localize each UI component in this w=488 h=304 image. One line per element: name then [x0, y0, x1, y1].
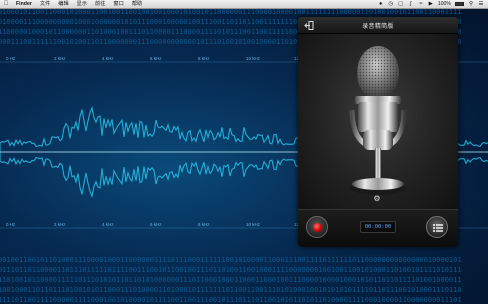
spotlight-icon[interactable]: ⚲ [468, 1, 474, 7]
menu-edit[interactable]: 编辑 [54, 0, 72, 9]
bluetooth-icon[interactable]: ∫ [408, 1, 414, 7]
gear-icon[interactable]: ⚙ [372, 194, 382, 204]
frequency-label: 8 kHz [198, 222, 210, 227]
menu-go[interactable]: 前往 [91, 0, 109, 9]
title-bar: 录音精简版 [298, 17, 458, 34]
recorder-window: 录音精简版 ⚙ 00:00:00 [298, 17, 458, 247]
record-button[interactable] [306, 216, 328, 238]
frequency-label: 8 kHz [198, 56, 210, 61]
recordings-list-button[interactable] [426, 216, 448, 238]
microphone-stage [298, 34, 458, 209]
apple-icon[interactable]:  [0, 1, 12, 7]
menu-window[interactable]: 窗口 [109, 0, 127, 9]
control-bar: ⚙ 00:00:00 [298, 194, 458, 247]
elapsed-time-display: 00:00:00 [360, 221, 396, 233]
menu-view[interactable]: 显示 [73, 0, 91, 9]
frequency-label: 10 kHz [246, 222, 261, 227]
frequency-label: 10 kHz [246, 56, 261, 61]
notification-center-icon[interactable]: ☰ [478, 1, 484, 7]
menu-bar:  Finder 文件 编辑 显示 前往 窗口 帮助 ● ◷ ▢ ∫ ≈ ▶ 1… [0, 0, 488, 9]
app-title: 录音精简版 [362, 23, 394, 30]
frequency-label: 6 kHz [150, 56, 162, 61]
recorder-icon[interactable]: ● [378, 1, 384, 7]
battery-icon[interactable] [455, 2, 464, 6]
frequency-label: 0 Hz [6, 222, 16, 227]
frequency-label: 6 kHz [150, 222, 162, 227]
record-icon [313, 223, 322, 232]
frequency-label: 0 Hz [6, 56, 16, 61]
menu-finder[interactable]: Finder [12, 0, 36, 9]
status-area: ● ◷ ▢ ∫ ≈ ▶ 100% ⚲ ☰ [378, 1, 488, 7]
battery-percent[interactable]: 100% [438, 1, 451, 7]
clock-icon[interactable]: ◷ [388, 1, 394, 7]
frequency-label: 4 kHz [102, 56, 114, 61]
volume-icon[interactable]: ▶ [428, 1, 434, 7]
microphone-icon [349, 46, 407, 195]
frequency-label: 4 kHz [102, 222, 114, 227]
wifi-icon[interactable]: ≈ [418, 1, 424, 7]
frequency-label: 2 kHz [54, 56, 66, 61]
list-icon [433, 224, 443, 232]
exit-icon[interactable] [304, 21, 314, 30]
menu-help[interactable]: 帮助 [128, 0, 146, 9]
monitor-icon[interactable]: ▢ [398, 1, 404, 7]
frequency-label: 2 kHz [54, 222, 66, 227]
menu-file[interactable]: 文件 [36, 0, 54, 9]
